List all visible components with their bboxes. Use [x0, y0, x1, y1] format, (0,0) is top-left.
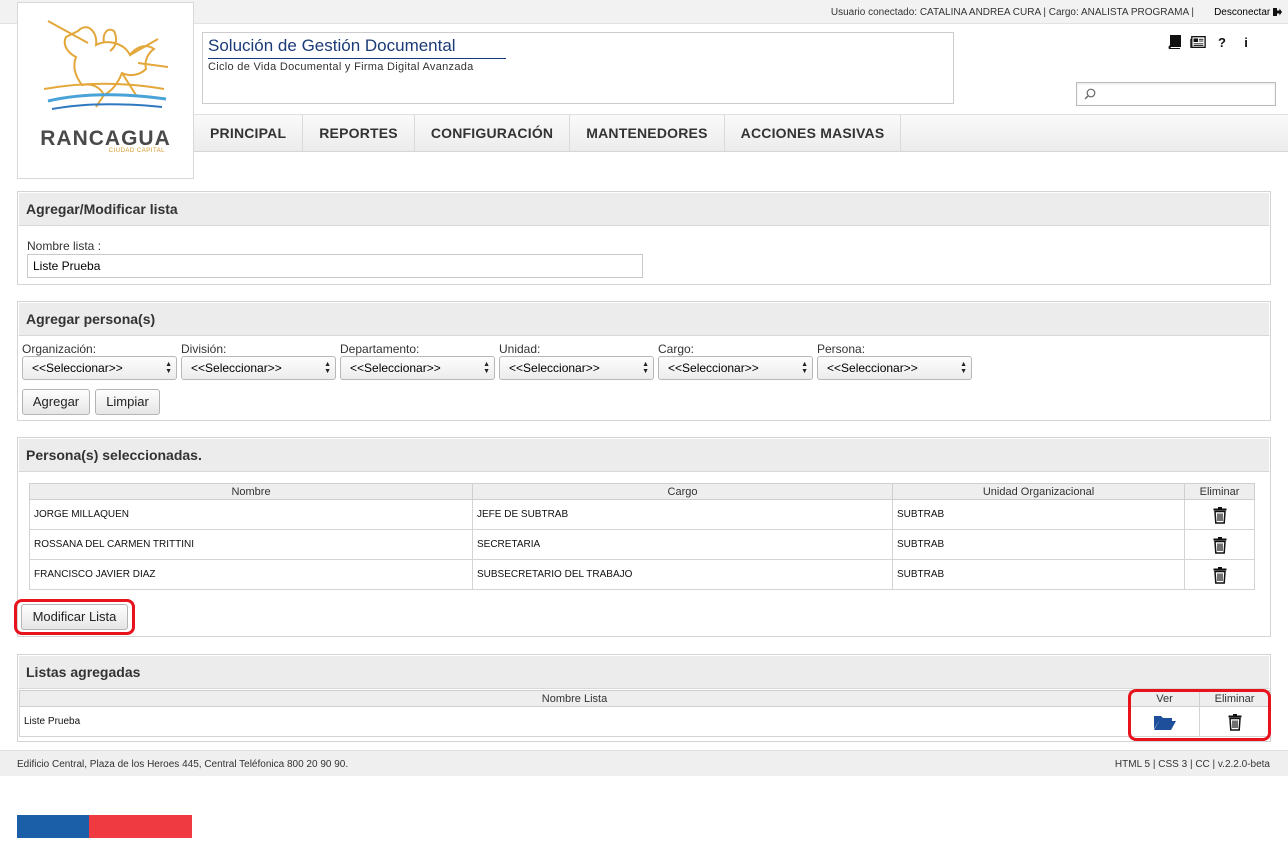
- list-name-label: Nombre lista :: [27, 239, 102, 253]
- footer-address: Edificio Central, Plaza de los Heroes 44…: [17, 759, 349, 770]
- logout-link[interactable]: Desconectar: [1214, 7, 1282, 18]
- cell-unidad: SUBTRAB: [892, 499, 1185, 530]
- book-icon[interactable]: [1166, 34, 1182, 50]
- persona-select-value: <<Seleccionar>>: [827, 361, 918, 375]
- rancagua-logo[interactable]: RANCAGUA CIUDAD CAPITAL: [17, 2, 194, 179]
- app-title: Solución de Gestión Documental: [208, 36, 506, 59]
- cargo-select[interactable]: <<Seleccionar>> ▲ ▼: [658, 356, 813, 380]
- list-name-field[interactable]: Liste Prueba: [27, 254, 643, 278]
- added-lists-panel-title: Listas agregadas: [18, 655, 1270, 689]
- add-person-button[interactable]: Agregar: [22, 389, 90, 415]
- column-header-eliminar: Eliminar: [1184, 483, 1255, 500]
- trash-icon[interactable]: [1213, 506, 1227, 524]
- cell-cargo: JEFE DE SUBTRAB: [472, 499, 893, 530]
- logo-city-name: RANCAGUA: [40, 127, 171, 150]
- delete-cell: [1184, 499, 1255, 530]
- nav-item-principal[interactable]: PRINCIPAL: [194, 115, 304, 151]
- select-arrows-icon: ▲ ▼: [165, 361, 172, 375]
- added-lists-table: Nombre Lista Ver Eliminar Liste Prueba: [19, 690, 1270, 737]
- column-header-nombre: Nombre: [29, 483, 473, 500]
- select-arrows-icon: ▲ ▼: [801, 361, 808, 375]
- logo-subtitle: CIUDAD CAPITAL: [108, 148, 165, 154]
- list-edit-panel-title: Agregar/Modificar lista: [18, 192, 1270, 226]
- column-header-cargo: Cargo: [472, 483, 893, 500]
- select-arrows-icon: ▲ ▼: [483, 361, 490, 375]
- cell-nombre-lista: Liste Prueba: [19, 706, 1130, 737]
- actions-highlight: [1128, 689, 1271, 741]
- filter-label-cargo: Cargo:: [658, 342, 695, 356]
- departamento-select[interactable]: <<Seleccionar>> ▲ ▼: [340, 356, 495, 380]
- header-toolbar: ? i: [1166, 33, 1254, 51]
- table-row: FRANCISCO JAVIER DIAZ SUBSECRETARIO DEL …: [29, 559, 1255, 590]
- cell-unidad: SUBTRAB: [892, 529, 1185, 560]
- nav-item-mantenedores[interactable]: MANTENEDORES: [570, 115, 725, 151]
- main-nav: PRINCIPAL REPORTES CONFIGURACIÓN MANTENE…: [194, 114, 1288, 152]
- persona-select[interactable]: <<Seleccionar>> ▲ ▼: [817, 356, 972, 380]
- logout-label: Desconectar: [1214, 7, 1271, 18]
- app-subtitle: Ciclo de Vida Documental y Firma Digital…: [208, 61, 474, 73]
- cell-nombre: ROSSANA DEL CARMEN TRITTINI: [29, 529, 473, 560]
- cell-nombre: FRANCISCO JAVIER DIAZ: [29, 559, 473, 590]
- flag-stripe: [17, 815, 192, 838]
- unidad-select-value: <<Seleccionar>>: [509, 361, 600, 375]
- filter-label-persona: Persona:: [817, 342, 866, 356]
- nav-item-configuracion[interactable]: CONFIGURACIÓN: [415, 115, 571, 151]
- column-header-unidad: Unidad Organizacional: [892, 483, 1185, 500]
- table-row: JORGE MILLAQUEN JEFE DE SUBTRAB SUBTRAB: [29, 499, 1255, 530]
- footer: Edificio Central, Plaza de los Heroes 44…: [0, 750, 1288, 776]
- organizacion-select[interactable]: <<Seleccionar>> ▲ ▼: [22, 356, 177, 380]
- selected-persons-table: Nombre Cargo Unidad Organizacional Elimi…: [29, 483, 1255, 590]
- trash-icon[interactable]: [1213, 566, 1227, 584]
- column-header-nombre-lista: Nombre Lista: [19, 690, 1130, 707]
- division-select[interactable]: <<Seleccionar>> ▲ ▼: [181, 356, 336, 380]
- user-info: Usuario conectado: CATALINA ANDREA CURA …: [830, 7, 1194, 18]
- footer-tech-info: HTML 5 | CSS 3 | CC | v.2.2.0-beta: [1114, 759, 1270, 770]
- info-icon[interactable]: i: [1238, 34, 1254, 50]
- filter-label-departamento: Departamento:: [340, 342, 420, 356]
- newspaper-icon[interactable]: [1190, 34, 1206, 50]
- clear-button[interactable]: Limpiar: [95, 389, 160, 415]
- search-icon: [1084, 88, 1096, 100]
- modify-list-highlight: [14, 599, 135, 635]
- cell-unidad: SUBTRAB: [892, 559, 1185, 590]
- cell-cargo: SUBSECRETARIO DEL TRABAJO: [472, 559, 893, 590]
- organizacion-select-value: <<Seleccionar>>: [32, 361, 123, 375]
- departamento-select-value: <<Seleccionar>>: [350, 361, 441, 375]
- flag-red-stripe: [89, 815, 192, 838]
- search-input[interactable]: [1076, 82, 1276, 106]
- logout-icon: [1273, 8, 1282, 16]
- unidad-select[interactable]: <<Seleccionar>> ▲ ▼: [499, 356, 654, 380]
- nav-item-reportes[interactable]: REPORTES: [303, 115, 415, 151]
- cell-nombre: JORGE MILLAQUEN: [29, 499, 473, 530]
- app-title-box: Solución de Gestión Documental Ciclo de …: [202, 32, 954, 104]
- division-select-value: <<Seleccionar>>: [191, 361, 282, 375]
- help-icon[interactable]: ?: [1214, 34, 1230, 50]
- delete-cell: [1184, 529, 1255, 560]
- cell-cargo: SECRETARIA: [472, 529, 893, 560]
- filter-label-organizacion: Organización:: [22, 342, 97, 356]
- horseman-emblem-icon: [43, 20, 169, 110]
- add-persons-panel-title: Agregar persona(s): [18, 302, 1270, 336]
- select-arrows-icon: ▲ ▼: [642, 361, 649, 375]
- cargo-select-value: <<Seleccionar>>: [668, 361, 759, 375]
- delete-cell: [1184, 559, 1255, 590]
- filter-label-division: División:: [181, 342, 227, 356]
- flag-blue-stripe: [17, 815, 89, 838]
- filter-label-unidad: Unidad:: [499, 342, 541, 356]
- select-arrows-icon: ▲ ▼: [960, 361, 967, 375]
- trash-icon[interactable]: [1213, 536, 1227, 554]
- nav-item-acciones-masivas[interactable]: ACCIONES MASIVAS: [725, 115, 902, 151]
- table-row: ROSSANA DEL CARMEN TRITTINI SECRETARIA S…: [29, 529, 1255, 560]
- selected-persons-panel-title: Persona(s) seleccionadas.: [18, 438, 1270, 472]
- table-row: Liste Prueba: [19, 706, 1270, 737]
- select-arrows-icon: ▲ ▼: [324, 361, 331, 375]
